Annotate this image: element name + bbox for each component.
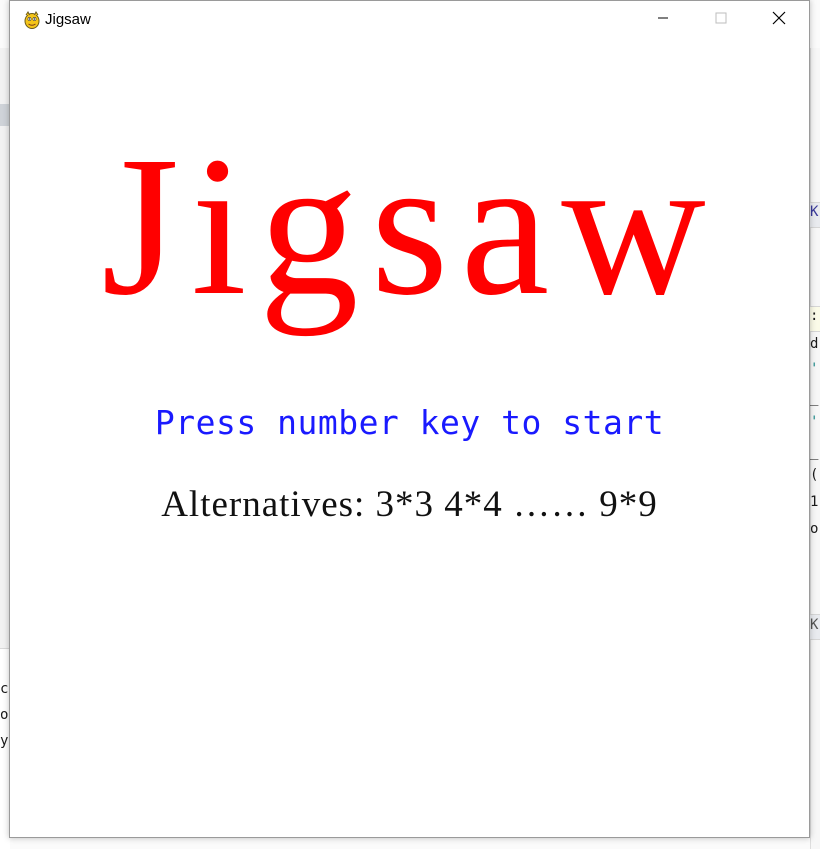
close-button[interactable] bbox=[750, 1, 808, 39]
background-code-line: ( bbox=[810, 467, 819, 483]
background-code-line: ', bbox=[810, 361, 820, 377]
close-icon bbox=[772, 11, 786, 30]
minimize-icon bbox=[657, 11, 669, 29]
background-code-line: 1, bbox=[810, 494, 820, 510]
minimize-button[interactable] bbox=[634, 1, 692, 39]
background-code-line: _ bbox=[810, 390, 819, 406]
background-code-line: K bbox=[810, 204, 819, 220]
window-titlebar[interactable]: Jigsaw bbox=[10, 1, 809, 39]
game-canvas[interactable]: Jigsaw Press number key to start Alterna… bbox=[10, 39, 809, 837]
game-title: Jigsaw bbox=[101, 116, 718, 337]
difficulty-alternatives: Alternatives: 3*3 4*4 …… 9*9 bbox=[161, 484, 658, 525]
background-code-line: K bbox=[810, 617, 819, 633]
background-code-line: or bbox=[810, 521, 820, 537]
start-prompt: Press number key to start bbox=[154, 403, 665, 442]
background-code-line: d: bbox=[810, 336, 820, 352]
pygame-snake-icon bbox=[22, 10, 42, 30]
window-title: Jigsaw bbox=[45, 11, 91, 28]
background-code-line: _ bbox=[810, 444, 819, 460]
maximize-button[interactable] bbox=[692, 1, 750, 39]
maximize-icon bbox=[715, 11, 727, 29]
jigsaw-window: Jigsaw Jigsaw Press number key to start … bbox=[9, 0, 810, 838]
background-code-line: : bbox=[810, 308, 819, 324]
background-code-line: ', bbox=[810, 414, 820, 430]
